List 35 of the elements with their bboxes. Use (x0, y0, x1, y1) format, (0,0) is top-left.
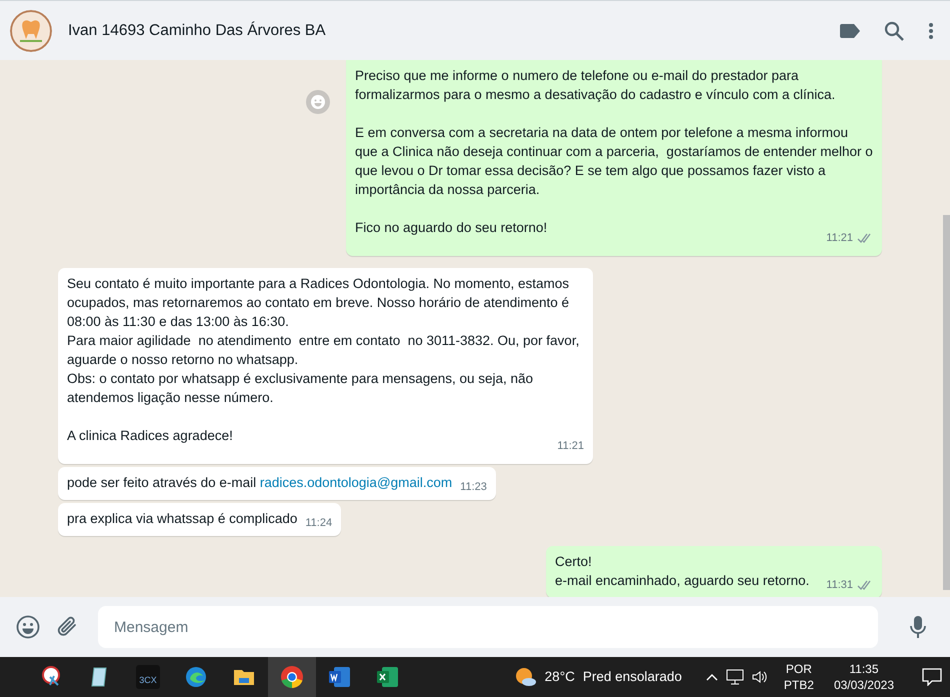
menu-icon[interactable] (928, 22, 934, 40)
email-link[interactable]: radices.odontologia@gmail.com (260, 475, 452, 490)
speaker-icon[interactable] (752, 670, 768, 684)
message-time: 11:31 (826, 578, 853, 593)
emoji-icon[interactable] (16, 615, 40, 639)
taskbar-app-button[interactable]: 3CX (124, 657, 172, 697)
clock-time[interactable]: 11:35 (849, 661, 879, 677)
browser-app-icon (184, 665, 208, 689)
message-time: 11:21 (557, 439, 584, 454)
search-icon[interactable] (884, 20, 904, 40)
message-input[interactable]: Mensagem (98, 606, 878, 648)
clock-date[interactable]: 03/03/2023 (834, 677, 894, 693)
network-icon[interactable] (726, 669, 744, 685)
spreadsheet-app-icon (376, 665, 400, 689)
language-indicator[interactable]: POR (786, 661, 812, 677)
clinic-logo-avatar[interactable] (10, 10, 52, 52)
message-time: 11:23 (460, 480, 487, 495)
keyboard-layout[interactable]: PTB2 (784, 677, 814, 693)
message-text: Certo! e-mail encaminhado, aguardo seu retorno. (555, 553, 810, 590)
scrollbar[interactable] (943, 215, 950, 590)
message-text: pode ser feito através do e-mail radices.odontologia@gmail.com (67, 474, 452, 492)
message-time: 11:21 (826, 231, 853, 246)
chevron-up-icon[interactable] (706, 673, 718, 681)
label-icon[interactable] (840, 24, 860, 38)
message-text: pra explica via whatssap é complicado (67, 510, 298, 528)
microphone-icon[interactable] (910, 615, 926, 639)
browser-app-icon (280, 665, 304, 689)
weather-condition[interactable]: Pred ensolarado (582, 666, 682, 688)
message-time: 11:24 (305, 516, 332, 531)
temperature[interactable]: 28°C (544, 666, 575, 688)
paperclip-icon[interactable] (56, 616, 78, 638)
taskbar-app-button[interactable] (268, 657, 316, 697)
weather-sun-cloud-icon[interactable] (514, 667, 537, 687)
notification-icon[interactable] (922, 668, 942, 686)
word-app-icon (328, 665, 352, 689)
